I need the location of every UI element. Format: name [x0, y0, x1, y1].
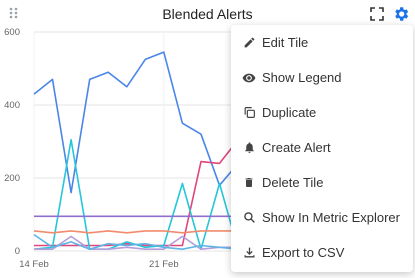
y-tick-label: 0 [15, 246, 20, 257]
tile-title: Blended Alerts [162, 6, 253, 22]
menu-item-duplicate[interactable]: Duplicate [231, 95, 413, 130]
trash-icon [242, 176, 256, 190]
menu-item-show-legend[interactable]: Show Legend [231, 60, 413, 95]
menu-item-label: Show In Metric Explorer [262, 210, 400, 225]
y-tick-label: 200 [4, 173, 20, 184]
pencil-icon [242, 36, 256, 50]
tile-options-menu: Edit Tile Show Legend Duplicate Create A… [231, 25, 413, 272]
copy-icon [242, 106, 256, 120]
y-tick-label: 600 [4, 27, 20, 38]
menu-item-label: Create Alert [262, 140, 331, 155]
gear-icon[interactable] [392, 5, 410, 23]
menu-item-edit-tile[interactable]: Edit Tile [231, 25, 413, 60]
menu-item-label: Export to CSV [262, 245, 345, 260]
menu-item-label: Duplicate [262, 105, 317, 120]
fullscreen-icon[interactable] [369, 6, 385, 22]
y-tick-label: 400 [4, 100, 20, 111]
menu-item-create-alert[interactable]: Create Alert [231, 130, 413, 165]
menu-item-show-in-metric-explorer[interactable]: Show In Metric Explorer [231, 200, 413, 235]
bell-icon [242, 141, 256, 155]
menu-item-delete-tile[interactable]: Delete Tile [231, 165, 413, 200]
eye-icon [242, 71, 256, 85]
download-icon [242, 246, 256, 260]
menu-item-export-to-csv[interactable]: Export to CSV [231, 235, 413, 270]
menu-item-label: Show Legend [262, 70, 342, 85]
blended-alerts-tile: Blended Alerts 020040060014 Feb21 Feb28 … [0, 0, 415, 278]
menu-item-label: Delete Tile [262, 175, 324, 190]
x-tick-label: 21 Feb [149, 259, 179, 270]
x-tick-label: 14 Feb [19, 259, 49, 270]
menu-item-label: Edit Tile [262, 35, 309, 50]
search-icon [242, 211, 256, 225]
